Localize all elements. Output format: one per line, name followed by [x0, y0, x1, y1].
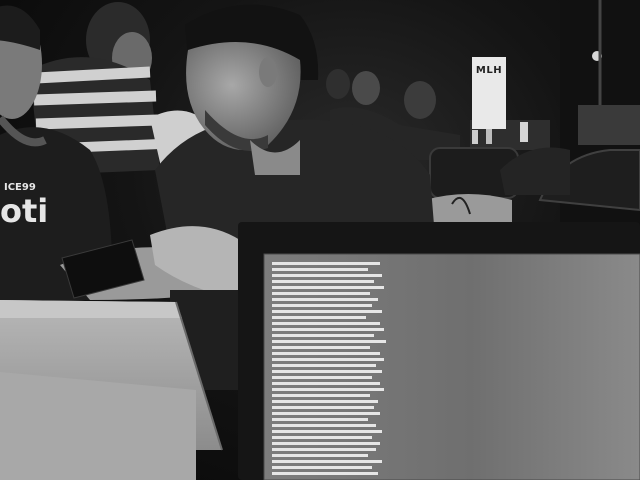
scene-illustration	[0, 0, 640, 480]
mlh-banner: MLH	[472, 57, 506, 129]
mlh-banner-text: MLH	[475, 65, 503, 76]
photo-scene: MLH ICE99 oti	[0, 0, 640, 480]
shirt-logo-big: oti	[0, 192, 49, 230]
laptop-front	[238, 222, 640, 480]
